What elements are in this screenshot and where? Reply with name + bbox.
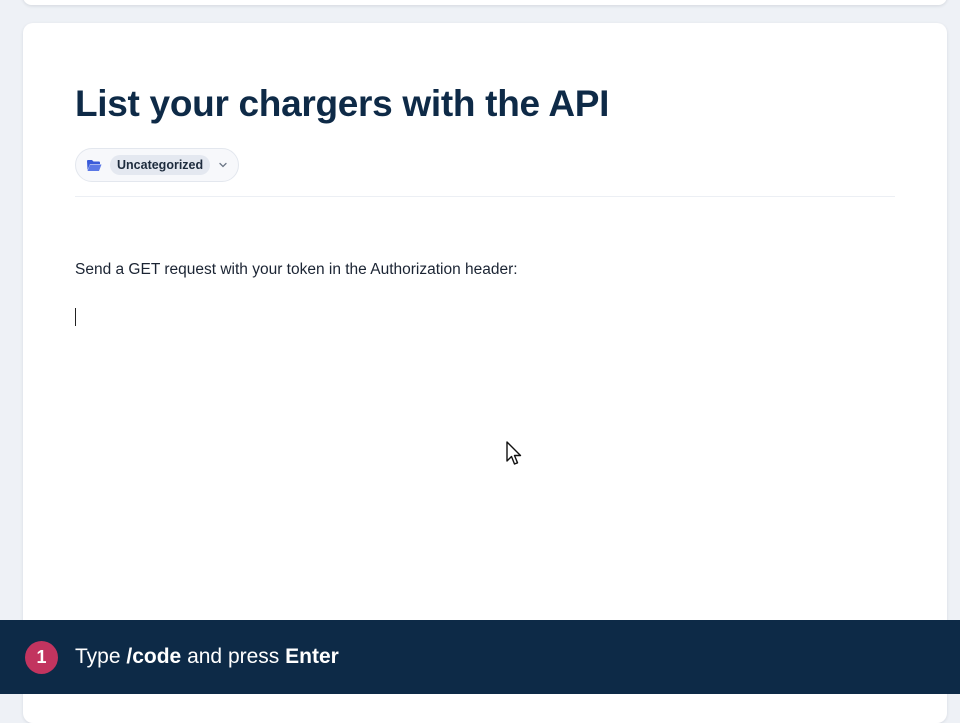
- instruction-middle: and press: [181, 645, 286, 668]
- body-paragraph[interactable]: Send a GET request with your token in th…: [75, 261, 518, 279]
- editor-card: List your chargers with the API Uncatego…: [23, 23, 947, 723]
- category-label: Uncategorized: [110, 155, 211, 175]
- previous-card-edge: [23, 0, 947, 5]
- step-number-badge: 1: [25, 640, 58, 674]
- text-caret[interactable]: [75, 308, 76, 326]
- instruction-command: /code: [126, 645, 182, 668]
- mouse-pointer-icon: [506, 441, 522, 465]
- step-instruction: Type /code and press Enter: [75, 645, 339, 669]
- instruction-key: Enter: [285, 645, 339, 668]
- instruction-prefix: Type: [75, 645, 127, 668]
- title-divider: [75, 196, 895, 197]
- folder-open-icon: [87, 159, 102, 171]
- tutorial-step-bar: 1 Type /code and press Enter: [0, 620, 960, 694]
- chevron-down-icon: [219, 162, 227, 168]
- category-selector[interactable]: Uncategorized: [75, 148, 240, 182]
- page-title[interactable]: List your chargers with the API: [75, 83, 609, 125]
